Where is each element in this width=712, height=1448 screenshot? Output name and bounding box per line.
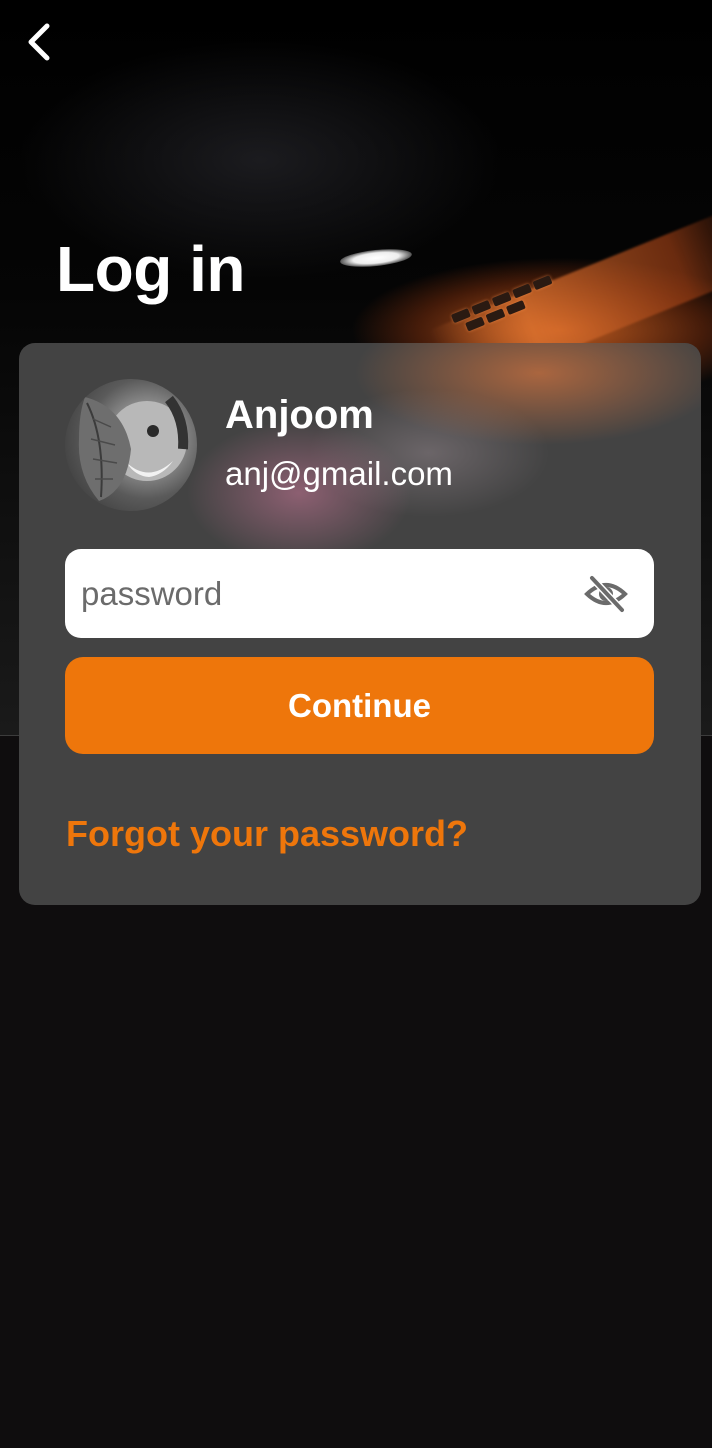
continue-button[interactable]: Continue [65,657,654,754]
login-screen: Log in Anjoom anj@gmail.com Continue For… [0,0,712,1448]
user-name: Anjoom [225,393,374,437]
forgot-password-link[interactable]: Forgot your password? [66,813,468,855]
login-card: Anjoom anj@gmail.com Continue Forgot you… [19,343,701,905]
laptop-logo [339,246,413,270]
avatar [65,379,197,511]
password-input[interactable] [65,549,576,638]
chevron-left-icon [28,23,50,61]
eye-off-icon [584,575,628,612]
avatar-photo [78,395,189,501]
toggle-password-visibility-button[interactable] [576,564,636,624]
back-button[interactable] [18,18,62,66]
user-email: anj@gmail.com [225,455,453,492]
password-field [65,549,654,638]
page-title: Log in [56,233,245,305]
